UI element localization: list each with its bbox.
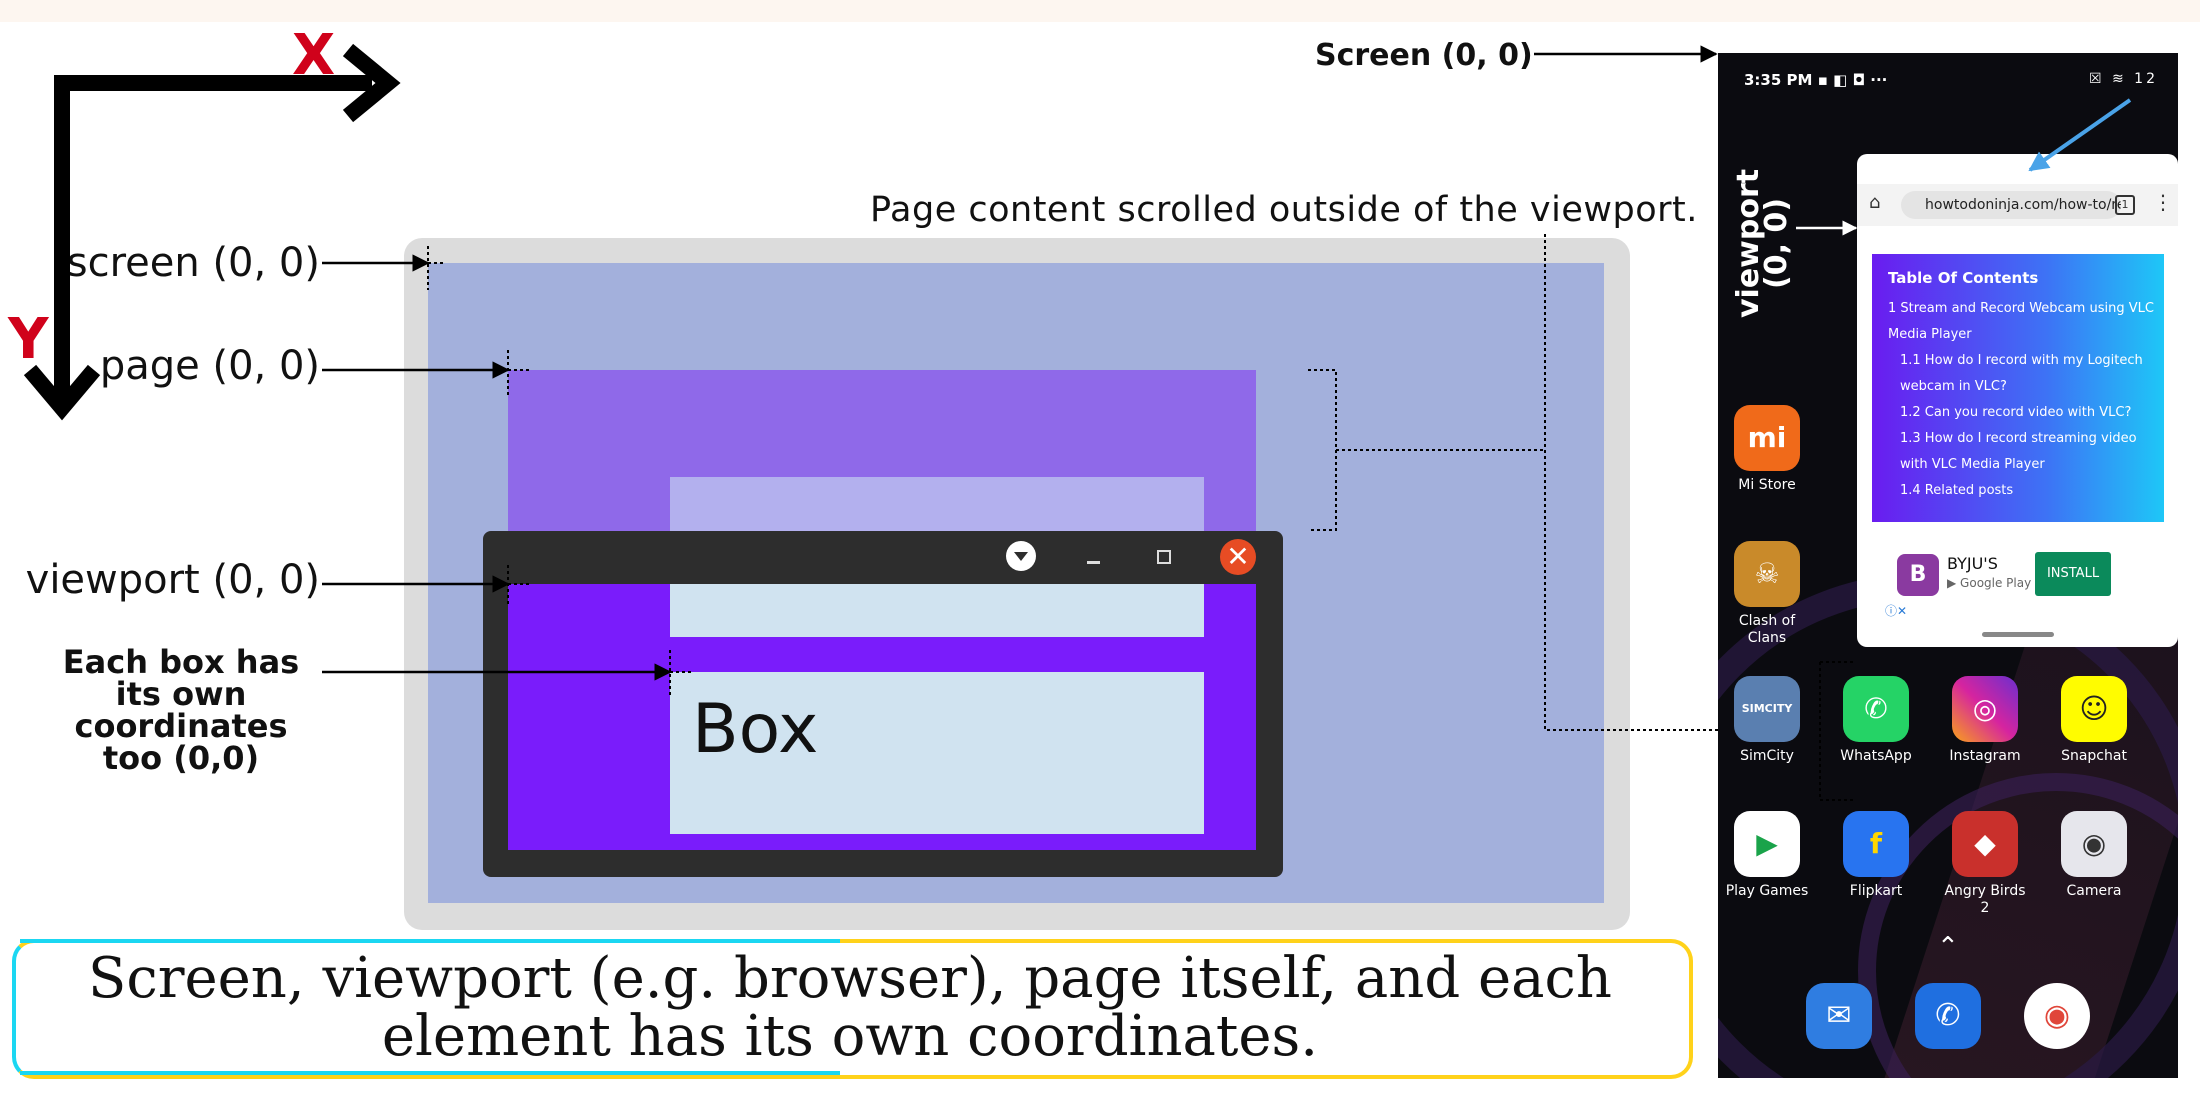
ad-name: BYJU'S	[1947, 554, 1998, 573]
clash-of-clans-icon: ☠	[1734, 541, 1800, 607]
app-label: Angry Birds 2	[1944, 883, 2026, 916]
snapchat-icon: ☺	[2061, 676, 2127, 742]
window-dropdown-icon[interactable]	[1006, 541, 1036, 571]
page-origin-label: page (0, 0)	[99, 343, 320, 389]
phone-screen-label: Screen (0, 0)	[1315, 38, 1533, 73]
browser-address-bar: ⌂ howtodoninja.com/how-to/re 1 ⋮	[1857, 184, 2178, 226]
status-time: 3:35 PM ▪ ◧ ◘ ···	[1744, 71, 1888, 89]
scrolled-box-part	[670, 584, 1204, 637]
app-label: Clash of Clans	[1738, 613, 1796, 646]
tabs-count-icon[interactable]: 1	[2115, 195, 2135, 215]
menu-icon[interactable]: ⋮	[2153, 192, 2173, 212]
play-games-icon: ▶	[1734, 811, 1800, 877]
ad-close-icon[interactable]: ⓘ✕	[1885, 602, 1907, 619]
angry-birds-icon: ◆	[1952, 811, 2018, 877]
battery-icon: 12	[2134, 71, 2158, 87]
app-label: Flipkart	[1849, 883, 1903, 899]
viewport-origin-label: viewport (0, 0)	[25, 557, 320, 603]
toc-item[interactable]: 1.2 Can you record video with VLC?	[1900, 400, 2156, 426]
url-text: howtodoninja.com/how-to/re	[1925, 197, 2121, 213]
each-box-note: Each box has its own coordinates too (0,…	[62, 643, 300, 777]
ad-banner[interactable]: B BYJU'S ▶ Google Play INSTALL	[1897, 552, 2151, 602]
messages-icon[interactable]: ✉	[1806, 983, 1872, 1049]
toc-item[interactable]: 1 Stream and Record Webcam using VLC Med…	[1888, 296, 2156, 348]
caption-border-accent	[20, 1071, 840, 1075]
toc-item[interactable]: 1.4 Related posts	[1900, 478, 2156, 504]
app-clash-of-clans[interactable]: ☠ Clash of Clans	[1721, 541, 1813, 647]
window-minimize-icon[interactable]	[1078, 541, 1108, 571]
app-flipkart[interactable]: f Flipkart	[1830, 811, 1922, 900]
caption-border-accent	[20, 939, 840, 943]
app-angry-birds[interactable]: ◆ Angry Birds 2	[1939, 811, 2031, 917]
camera-icon: ◉	[2061, 811, 2127, 877]
phone-call-icon[interactable]: ✆	[1915, 983, 1981, 1049]
app-label: SimCity	[1740, 748, 1794, 764]
phone-browser-window: ⌂ howtodoninja.com/how-to/re 1 ⋮ Table O…	[1857, 154, 2178, 647]
whatsapp-icon: ✆	[1843, 676, 1909, 742]
chrome-icon[interactable]: ◉	[2024, 983, 2090, 1049]
x-axis-letter: X	[292, 23, 336, 88]
status-time-text: 3:35 PM	[1744, 71, 1813, 89]
app-label: Snapchat	[2061, 748, 2127, 764]
flipkart-icon: f	[1843, 811, 1909, 877]
ad-sub-text: Google Play	[1960, 576, 2032, 590]
app-label: Play Games	[1725, 883, 1809, 899]
toc-item[interactable]: 1.3 How do I record streaming video with…	[1900, 426, 2156, 478]
instagram-icon: ◎	[1952, 676, 2018, 742]
toc-item[interactable]: 1.1 How do I record with my Logitech web…	[1900, 348, 2156, 400]
toc-title: Table Of Contents	[1888, 269, 2039, 287]
phone-viewport-label-line2: (0, 0)	[1759, 197, 1794, 289]
status-icons: ☒ ≋ 12	[2088, 71, 2158, 87]
caption-text: Screen, viewport (e.g. browser), page it…	[88, 946, 1612, 1069]
table-of-contents: Table Of Contents 1 Stream and Record We…	[1872, 254, 2164, 522]
box-label: Box	[692, 690, 819, 769]
url-field[interactable]: howtodoninja.com/how-to/re	[1901, 191, 2121, 219]
app-mi-store[interactable]: mi Mi Store	[1721, 405, 1813, 494]
phone-viewport-label: viewport (0, 0)	[1731, 169, 1794, 318]
app-label: Mi Store	[1738, 477, 1796, 493]
simcity-icon: SIMCITY	[1734, 676, 1800, 742]
install-button[interactable]: INSTALL	[2035, 552, 2111, 596]
top-band	[0, 0, 2200, 22]
app-label: Camera	[2066, 883, 2122, 899]
app-snapchat[interactable]: ☺ Snapchat	[2048, 676, 2140, 765]
byjus-logo-icon: B	[1897, 554, 1939, 596]
ad-sub: ▶ Google Play	[1947, 576, 2032, 590]
app-simcity[interactable]: SIMCITY SimCity	[1721, 676, 1813, 765]
app-whatsapp[interactable]: ✆ WhatsApp	[1830, 676, 1922, 765]
mi-store-icon: mi	[1734, 405, 1800, 471]
app-play-games[interactable]: ▶ Play Games	[1721, 811, 1813, 900]
drag-handle[interactable]	[1982, 632, 2054, 637]
screen-origin-label: screen (0, 0)	[66, 240, 320, 286]
app-camera[interactable]: ◉ Camera	[2048, 811, 2140, 900]
app-instagram[interactable]: ◎ Instagram	[1939, 676, 2031, 765]
window-maximize-icon[interactable]	[1148, 541, 1178, 571]
window-close-icon[interactable]: ✕	[1220, 539, 1256, 575]
app-drawer-chevron-icon[interactable]: ⌃	[1937, 932, 1959, 962]
home-icon[interactable]: ⌂	[1869, 194, 1880, 212]
app-label: Instagram	[1949, 748, 2021, 764]
app-label: WhatsApp	[1840, 748, 1912, 764]
scroll-note: Page content scrolled outside of the vie…	[870, 190, 1698, 230]
